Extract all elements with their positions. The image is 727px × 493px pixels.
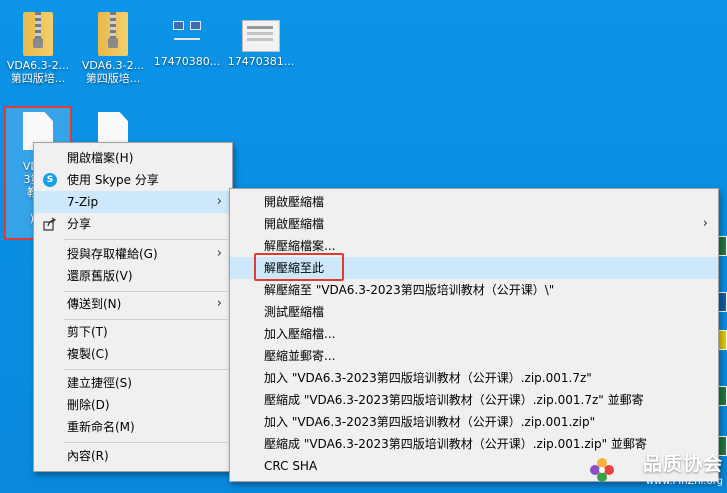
menu-item-delete[interactable]: 刪除(D): [34, 394, 232, 416]
desktop-icon-network-file[interactable]: 17470380...: [152, 12, 222, 68]
desktop: VDA6.3-2... 第四版培... VDA6.3-2... 第四版培... …: [0, 0, 727, 493]
submenu-item-add-7z[interactable]: 加入 "VDA6.3-2023第四版培训教材（公开课）.zip.001.7z": [230, 367, 718, 389]
menu-item-restore-versions[interactable]: 還原舊版(V): [34, 265, 232, 287]
icon-label: 第四版培...: [85, 72, 141, 85]
menu-item-grant-access[interactable]: 授與存取權給(G) ›: [34, 243, 232, 265]
chevron-right-icon: ›: [216, 246, 222, 261]
menu-item-7zip[interactable]: 7-Zip ›: [34, 191, 232, 213]
submenu-item-open-archive-more[interactable]: 開啟壓縮檔 ›: [230, 213, 718, 235]
annotation-highlight: [254, 253, 344, 281]
share-icon: [43, 217, 57, 231]
watermark-title: 品质协会: [642, 453, 723, 475]
zip-file-icon: [23, 12, 53, 56]
icon-label: 17470380...: [153, 55, 221, 68]
form-file-icon: [242, 20, 280, 52]
menu-item-share[interactable]: 分享: [34, 213, 232, 235]
submenu-item-add-to-archive[interactable]: 加入壓縮檔...: [230, 323, 718, 345]
network-file-icon: [170, 18, 204, 52]
context-menu: 開啟檔案(H) S 使用 Skype 分享 7-Zip › 分享 授與存取權給(G…: [33, 142, 233, 472]
logo-flower-icon: [590, 458, 614, 482]
submenu-item-add-zip[interactable]: 加入 "VDA6.3-2023第四版培训教材（公开课）.zip.001.zip": [230, 411, 718, 433]
submenu-item-extract-to-folder[interactable]: 解壓縮至 "VDA6.3-2023第四版培训教材（公开课）\": [230, 279, 718, 301]
chevron-right-icon: ›: [702, 216, 708, 231]
icon-label: VDA6.3-2...: [81, 59, 145, 72]
menu-item-rename[interactable]: 重新命名(M): [34, 416, 232, 438]
chevron-right-icon: ›: [216, 296, 222, 311]
submenu-item-open-archive[interactable]: 開啟壓縮檔: [230, 191, 718, 213]
chevron-right-icon: ›: [216, 194, 222, 209]
icon-label: 第四版培...: [10, 72, 66, 85]
desktop-icon-zip-2[interactable]: VDA6.3-2... 第四版培...: [78, 12, 148, 85]
watermark-url: www.PinZhi.org: [645, 476, 723, 487]
menu-item-cut[interactable]: 剪下(T): [34, 321, 232, 343]
icon-label: 17470381...: [227, 55, 295, 68]
desktop-icon-form-file[interactable]: 17470381...: [226, 12, 296, 68]
zip-file-icon: [98, 12, 128, 56]
submenu-item-compress-7z-email[interactable]: 壓縮成 "VDA6.3-2023第四版培训教材（公开课）.zip.001.7z"…: [230, 389, 718, 411]
watermark: 品质协会 www.PinZhi.org: [643, 449, 723, 487]
icon-label: VDA6.3-2...: [6, 59, 70, 72]
desktop-icon-zip-1[interactable]: VDA6.3-2... 第四版培...: [3, 12, 73, 85]
submenu-item-test-archive[interactable]: 測試壓縮檔: [230, 301, 718, 323]
menu-item-open[interactable]: 開啟檔案(H): [34, 147, 232, 169]
submenu-item-compress-email[interactable]: 壓縮並郵寄...: [230, 345, 718, 367]
menu-item-create-shortcut[interactable]: 建立捷徑(S): [34, 372, 232, 394]
menu-item-send-to[interactable]: 傳送到(N) ›: [34, 293, 232, 315]
menu-item-skype-share[interactable]: S 使用 Skype 分享: [34, 169, 232, 191]
menu-item-copy[interactable]: 複製(C): [34, 343, 232, 365]
skype-icon: S: [43, 173, 57, 187]
menu-item-properties[interactable]: 內容(R): [34, 445, 232, 467]
7zip-submenu: 開啟壓縮檔 開啟壓縮檔 › 解壓縮檔案... 解壓縮至此 解壓縮至 "VDA6.3…: [229, 188, 719, 482]
